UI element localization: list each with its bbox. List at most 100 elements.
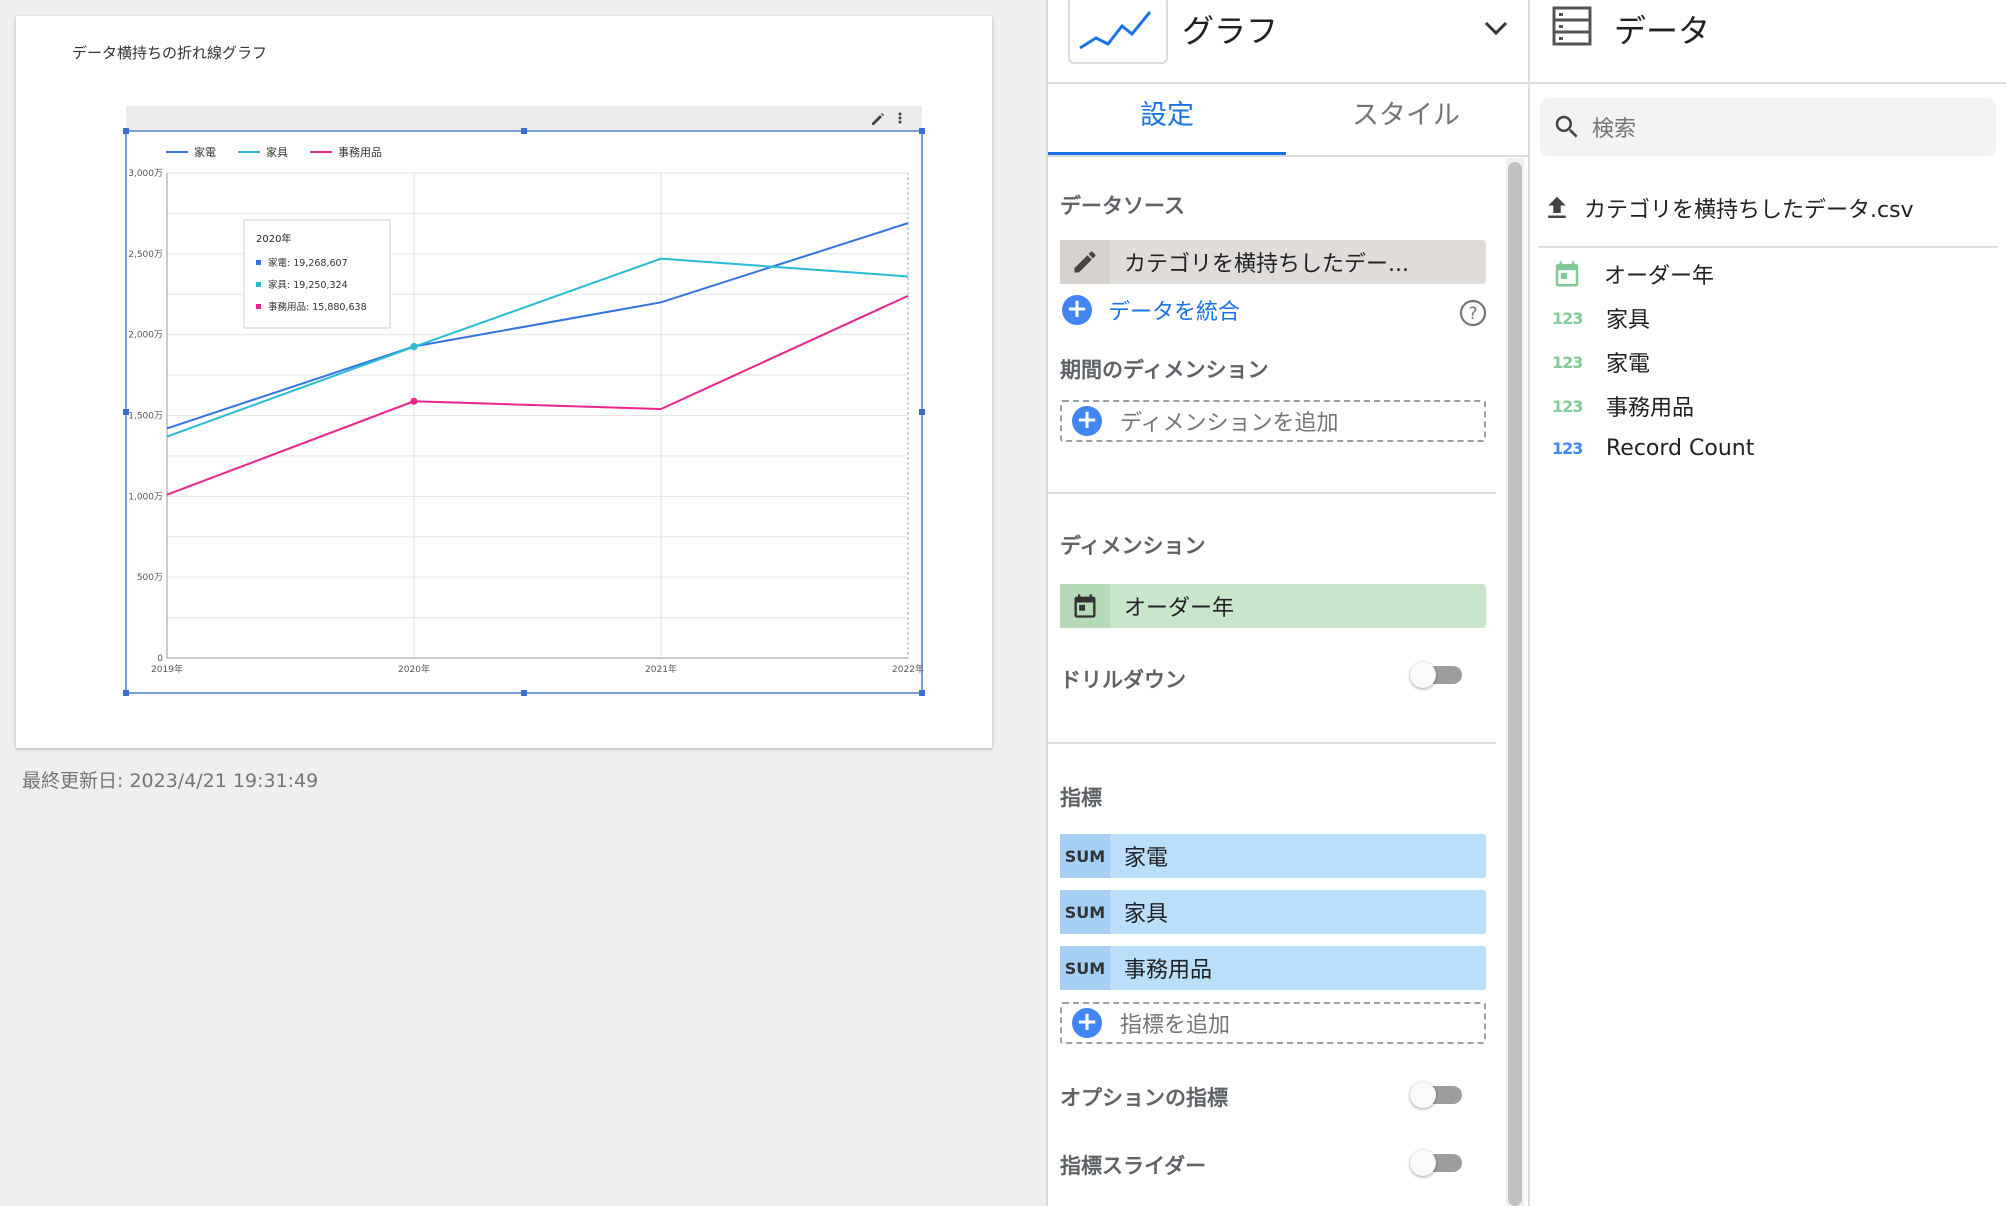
- metric-chip[interactable]: SUM 家電: [1060, 834, 1486, 878]
- tooltip-row: 家電: 19,268,607: [268, 257, 348, 269]
- report-canvas: データ横持ちの折れ線グラフ 0 500万 1,000万 1,500万 2,000…: [0, 0, 1046, 1206]
- add-date-dimension-label: ディメンションを追加: [1120, 411, 1339, 436]
- x-tick-label: 2021年: [645, 663, 677, 675]
- y-tick-label: 1,500万: [128, 412, 163, 422]
- dimension-title: ディメンション: [1060, 534, 1206, 558]
- datasource-name: カテゴリを横持ちしたデー...: [1124, 252, 1409, 277]
- metric-slider-toggle[interactable]: [1410, 1150, 1462, 1176]
- optional-metrics-toggle[interactable]: [1410, 1082, 1462, 1108]
- search-icon: [1555, 115, 1578, 138]
- optional-metrics-label: オプションの指標: [1060, 1086, 1228, 1110]
- number-type-icon: 123: [1552, 308, 1583, 328]
- panel-scrollbar[interactable]: [1506, 158, 1524, 1206]
- field-name: 事務用品: [1606, 396, 1695, 421]
- y-tick-label: 2,500万: [128, 250, 163, 260]
- legend-label: 家電: [194, 145, 216, 159]
- tooltip-row: 事務用品: 15,880,638: [268, 301, 367, 313]
- metric-name: 家電: [1124, 846, 1169, 871]
- chart-toolbar: [126, 106, 922, 130]
- date-dimension-title: 期間のディメンション: [1060, 358, 1269, 382]
- tooltip-swatch: [256, 304, 261, 309]
- scrollbar-thumb[interactable]: [1508, 162, 1522, 1206]
- number-type-icon: 123: [1552, 396, 1583, 416]
- add-date-dimension[interactable]: + ディメンションを追加: [1060, 400, 1486, 442]
- datasource-title: データソース: [1060, 194, 1185, 218]
- section-divider: [1048, 742, 1496, 744]
- tooltip-swatch: [256, 260, 261, 265]
- data-source-file[interactable]: カテゴリを横持ちしたデータ.csv: [1542, 192, 1914, 224]
- data-panel-title: データ: [1614, 12, 1711, 50]
- drilldown-toggle[interactable]: [1410, 662, 1462, 688]
- field-item[interactable]: 123 家電: [1552, 346, 1650, 378]
- field-name: Record Count: [1606, 436, 1755, 461]
- blend-data-label: データを統合: [1108, 300, 1241, 325]
- metrics-title: 指標: [1060, 786, 1102, 810]
- panel-tabs: 設定 スタイル: [1048, 84, 1528, 156]
- metric-name: 事務用品: [1124, 958, 1213, 983]
- field-item[interactable]: 123 事務用品: [1552, 390, 1694, 422]
- tab-settings[interactable]: 設定: [1048, 84, 1286, 156]
- datasource-chip[interactable]: カテゴリを横持ちしたデー...: [1060, 240, 1486, 284]
- calendar-icon: [1060, 584, 1110, 628]
- upload-icon: [1548, 196, 1566, 218]
- metric-name: 家具: [1124, 902, 1169, 927]
- line-chart[interactable]: 0 500万 1,000万 1,500万 2,000万 2,500万 3,000万 2019…: [110, 90, 940, 706]
- chevron-down-icon[interactable]: [1478, 10, 1514, 46]
- add-metric[interactable]: + 指標を追加: [1060, 1002, 1486, 1044]
- chart-type-selector[interactable]: グラフ: [1048, 0, 1528, 84]
- metric-agg[interactable]: SUM: [1060, 834, 1110, 878]
- y-tick-label: 1,000万: [128, 492, 163, 502]
- help-icon[interactable]: ?: [1458, 298, 1488, 328]
- database-icon: [1552, 6, 1592, 46]
- dimension-chip[interactable]: オーダー年: [1060, 584, 1486, 628]
- field-name: オーダー年: [1604, 264, 1715, 289]
- data-divider: [1538, 246, 1998, 248]
- y-tick-label: 500万: [137, 573, 163, 583]
- last-updated-text: 最終更新日: 2023/4/21 19:31:49: [22, 770, 319, 792]
- add-metric-label: 指標を追加: [1120, 1013, 1231, 1038]
- add-circle-icon: +: [1062, 295, 1092, 325]
- field-name: 家電: [1606, 352, 1651, 377]
- chart-svg[interactable]: 0 500万 1,000万 1,500万 2,000万 2,500万 3,000万 2019…: [110, 90, 940, 702]
- properties-panel: グラフ 設定 スタイル データソース カテゴリを横持ちしたデー... + データ…: [1046, 0, 1528, 1206]
- legend-label: 家具: [266, 145, 288, 159]
- x-tick-label: 2019年: [151, 663, 183, 675]
- tooltip-title: 2020年: [256, 232, 291, 245]
- metric-chip[interactable]: SUM 事務用品: [1060, 946, 1486, 990]
- metric-agg[interactable]: SUM: [1060, 946, 1110, 990]
- y-tick-label: 3,000万: [128, 169, 163, 179]
- tooltip-swatch: [256, 282, 261, 287]
- tab-style[interactable]: スタイル: [1286, 84, 1526, 156]
- field-name: 家具: [1606, 308, 1651, 333]
- report-title[interactable]: データ横持ちの折れ線グラフ: [72, 42, 267, 63]
- number-type-icon: 123: [1552, 352, 1583, 372]
- add-circle-icon: +: [1072, 1008, 1102, 1038]
- data-point: [410, 397, 418, 405]
- legend-label: 事務用品: [338, 145, 382, 159]
- chart-type-label: グラフ: [1182, 12, 1279, 50]
- app-root: データ横持ちの折れ線グラフ 0 500万 1,000万 1,500万 2,000…: [0, 0, 2006, 1206]
- y-tick-label: 0: [157, 654, 163, 664]
- report-page: データ横持ちの折れ線グラフ 0 500万 1,000万 1,500万 2,000…: [16, 16, 992, 748]
- section-divider: [1048, 492, 1496, 494]
- blend-data-button[interactable]: + データを統合: [1062, 294, 1240, 326]
- line-chart-icon[interactable]: [1068, 0, 1168, 64]
- x-tick-label: 2020年: [398, 663, 430, 675]
- metric-agg[interactable]: SUM: [1060, 890, 1110, 934]
- y-tick-label: 2,000万: [128, 331, 163, 341]
- tabs-divider: [1048, 155, 1528, 157]
- metric-chip[interactable]: SUM 家具: [1060, 890, 1486, 934]
- search-input[interactable]: 検索: [1592, 111, 1636, 143]
- metric-slider-label: 指標スライダー: [1060, 1154, 1207, 1178]
- number-type-icon: 123: [1552, 439, 1583, 458]
- field-item[interactable]: 123 Record Count: [1552, 436, 1754, 461]
- pencil-icon[interactable]: [1060, 240, 1110, 284]
- dimension-name: オーダー年: [1124, 596, 1235, 621]
- tooltip-row: 家具: 19,250,324: [268, 279, 348, 291]
- field-item[interactable]: 123 家具: [1552, 302, 1650, 334]
- drilldown-label: ドリルダウン: [1060, 668, 1186, 692]
- field-search[interactable]: 検索: [1540, 98, 1996, 156]
- data-panel-header: データ: [1530, 0, 2006, 84]
- field-item[interactable]: オーダー年: [1552, 258, 1714, 290]
- file-name: カテゴリを横持ちしたデータ.csv: [1584, 198, 1914, 223]
